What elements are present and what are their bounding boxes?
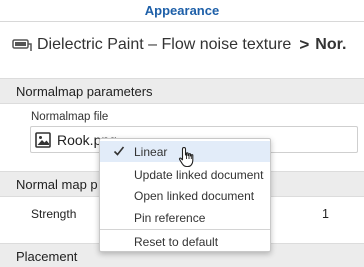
menu-item-label: Update linked document: [134, 167, 264, 182]
menu-item-reset-to-default[interactable]: Reset to default: [100, 231, 270, 252]
panel-title-text: Appearance: [144, 3, 220, 18]
menu-item-label: Pin reference: [134, 210, 206, 225]
image-file-icon: [35, 131, 51, 148]
menu-divider: [100, 229, 270, 230]
strength-value[interactable]: 1: [322, 207, 329, 221]
paint-roller-icon: [12, 38, 32, 52]
section-normalmap-parameters[interactable]: Normalmap parameters: [0, 78, 364, 104]
normalmap-file-label: Normalmap file: [31, 111, 109, 123]
breadcrumb: Dielectric Paint – Flow noise texture > …: [0, 22, 364, 68]
checkmark-icon: [113, 144, 125, 158]
panel-title: Appearance: [0, 0, 364, 22]
strength-label: Strength: [31, 207, 77, 221]
section-title: Placement: [16, 248, 78, 264]
menu-item-open-linked-document[interactable]: Open linked document: [100, 185, 270, 206]
hand-pointer-icon: [178, 146, 196, 168]
section-title: Normal map p: [16, 176, 98, 192]
menu-item-pin-reference[interactable]: Pin reference: [100, 207, 270, 228]
menu-item-label: Open linked document: [134, 188, 255, 203]
menu-item-label: Linear: [134, 144, 168, 159]
breadcrumb-path[interactable]: Dielectric Paint – Flow noise texture: [37, 36, 291, 54]
breadcrumb-current: Nor.: [315, 36, 347, 53]
section-title: Normalmap parameters: [16, 83, 153, 99]
menu-item-label: Reset to default: [134, 234, 219, 249]
breadcrumb-separator: >: [299, 35, 310, 54]
